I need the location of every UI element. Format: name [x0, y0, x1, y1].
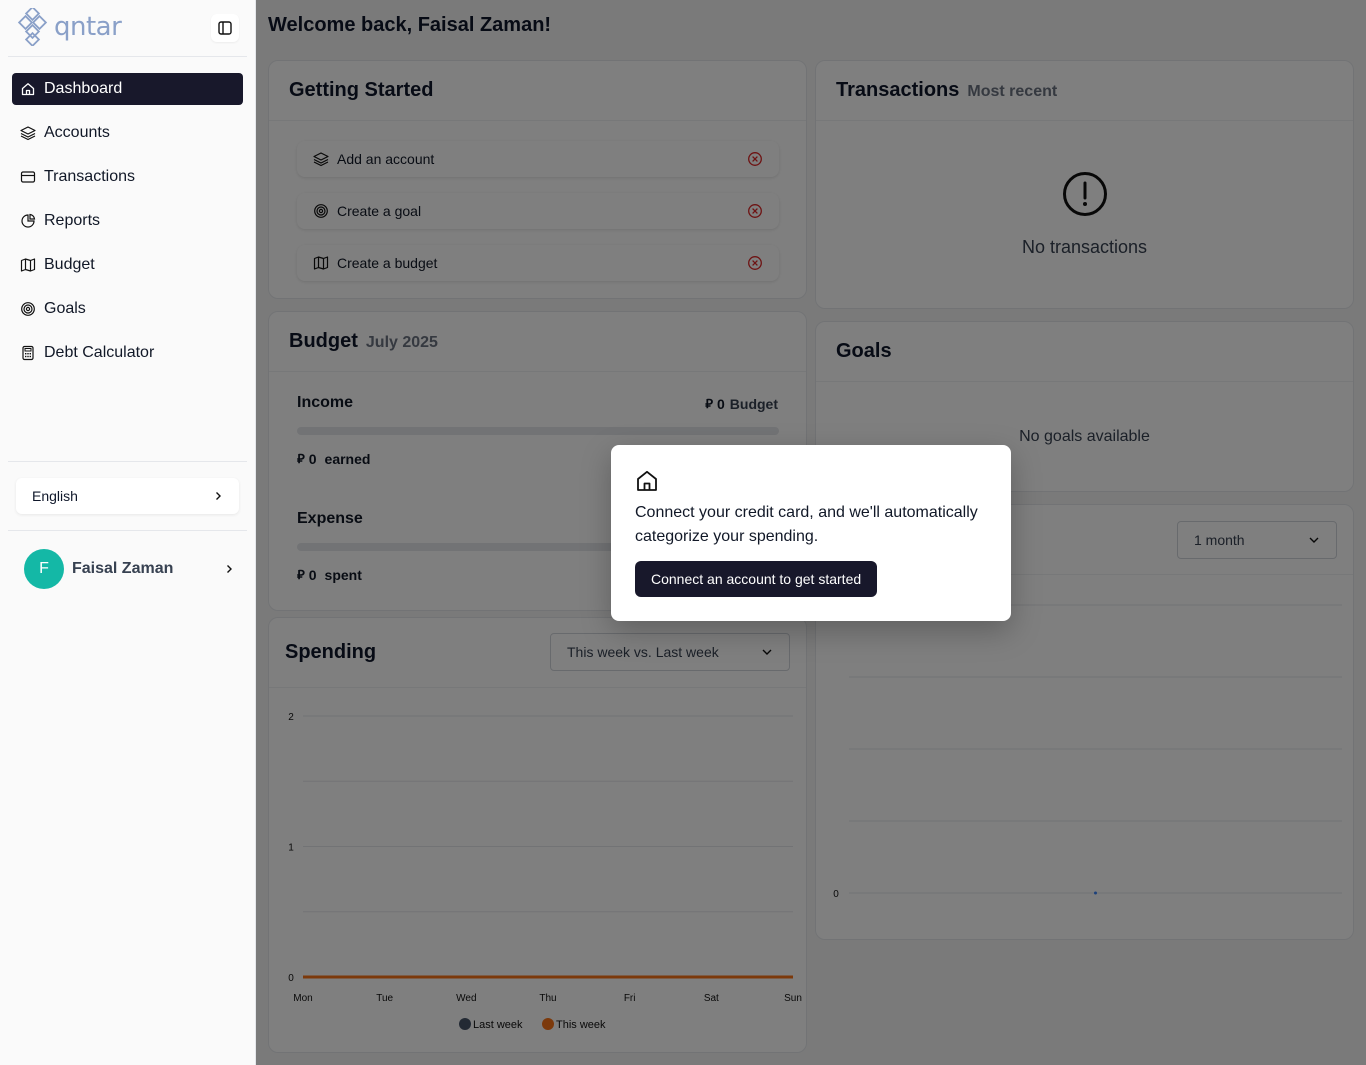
chevron-right-icon: [216, 492, 221, 500]
sidebar-item-accounts[interactable]: Accounts: [12, 117, 243, 149]
home-icon: [637, 470, 657, 491]
sidebar-header: qntar: [8, 0, 247, 57]
home-icon: [20, 81, 36, 97]
map-icon: [20, 257, 36, 273]
sidebar-item-reports[interactable]: Reports: [12, 205, 243, 237]
sidebar-divider: [8, 530, 247, 531]
sidebar-item-label: Goals: [44, 300, 86, 317]
target-icon: [20, 301, 36, 317]
credit-card-icon: [20, 169, 36, 185]
language-selector[interactable]: English: [16, 478, 239, 514]
connect-account-button[interactable]: Connect an account to get started: [635, 561, 878, 597]
logo-text: qntar: [54, 12, 122, 42]
sidebar-item-label: Transactions: [44, 168, 135, 185]
chevron-right-icon: [227, 565, 232, 573]
avatar: F: [24, 549, 64, 589]
modal-text: Connect your credit card, and we'll auto…: [635, 504, 978, 545]
sidebar-item-dashboard[interactable]: Dashboard: [12, 73, 243, 105]
sidebar-item-transactions[interactable]: Transactions: [12, 161, 243, 193]
sidebar-item-label: Debt Calculator: [44, 344, 155, 361]
sidebar-item-goals[interactable]: Goals: [12, 293, 243, 325]
logo[interactable]: qntar: [16, 8, 122, 46]
connect-account-modal: Connect your credit card, and we'll auto…: [611, 445, 1011, 621]
sidebar-item-label: Budget: [44, 256, 95, 273]
user-menu[interactable]: F Faisal Zaman: [24, 549, 234, 589]
pie-chart-icon: [20, 213, 36, 229]
sidebar-item-budget[interactable]: Budget: [12, 249, 243, 281]
language-label: English: [32, 488, 78, 504]
sidebar-nav: Dashboard Accounts Transactions Reports …: [12, 73, 243, 381]
sidebar-item-debt-calculator[interactable]: Debt Calculator: [12, 337, 243, 369]
sidebar-item-label: Reports: [44, 212, 101, 229]
sidebar-toggle-button[interactable]: [211, 14, 239, 42]
layers-icon: [20, 125, 36, 141]
calculator-icon: [20, 345, 36, 361]
user-name: Faisal Zaman: [72, 560, 174, 577]
sidebar-item-label: Dashboard: [44, 80, 123, 97]
sidebar-toggle-icon: [218, 21, 232, 35]
logo-icon: [17, 8, 48, 46]
sidebar: qntar Dashboard Accounts Transactions Re…: [0, 0, 256, 1065]
sidebar-item-label: Accounts: [44, 124, 110, 141]
sidebar-divider: [8, 461, 247, 462]
